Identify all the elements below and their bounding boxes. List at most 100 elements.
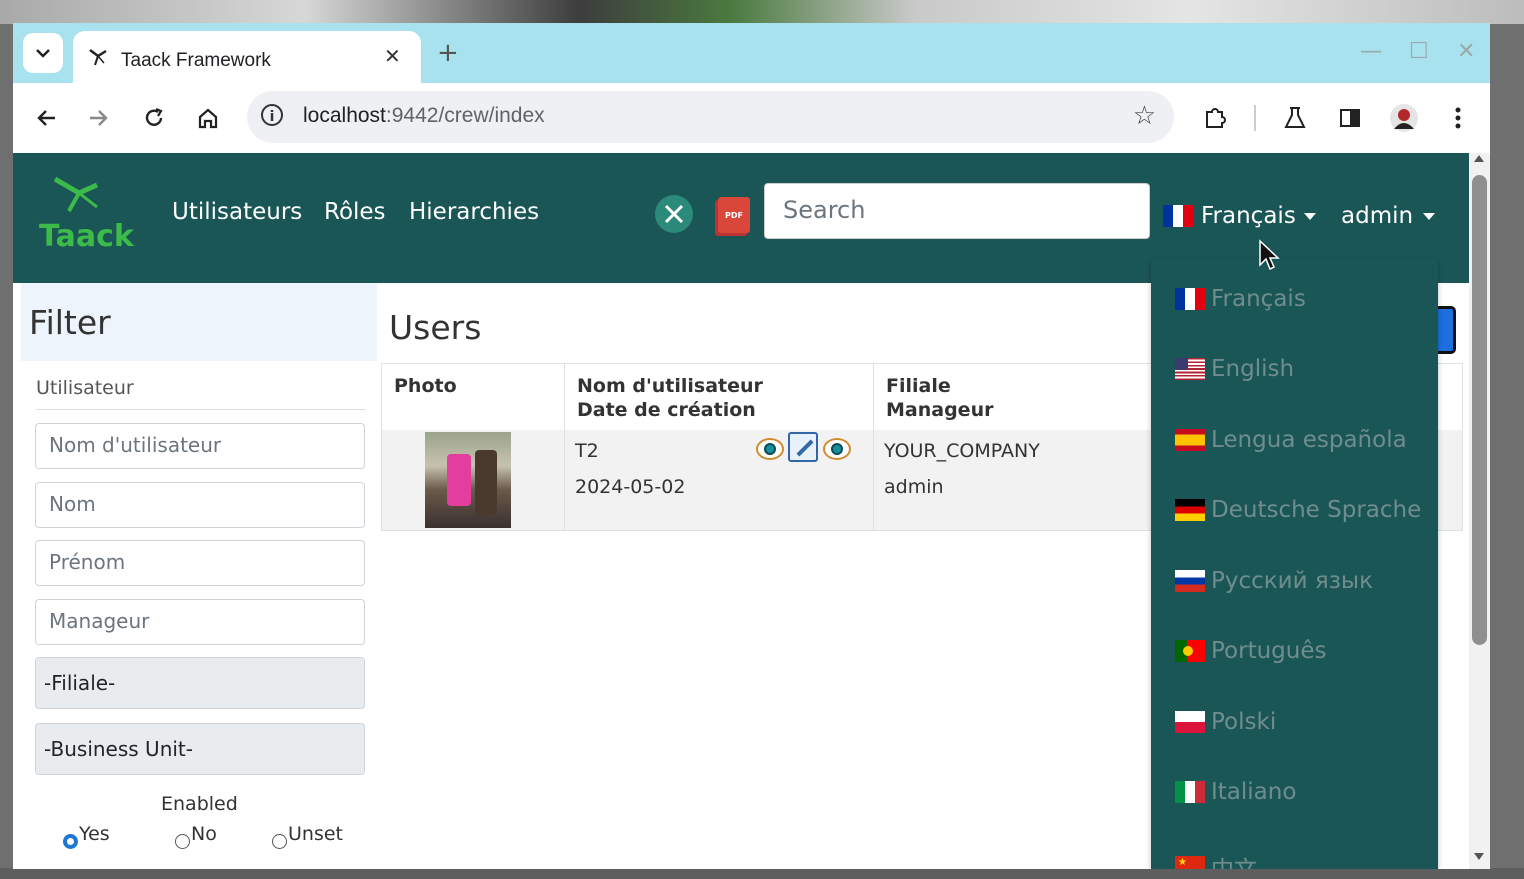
language-item-it[interactable]: Italiano xyxy=(1175,779,1296,805)
close-window-icon[interactable]: ✕ xyxy=(1457,39,1475,64)
tab-strip: Taack Framework ✕ + — ☐ ✕ xyxy=(13,23,1490,83)
language-item-ru[interactable]: Русский язык xyxy=(1175,568,1373,594)
close-tab-icon[interactable]: ✕ xyxy=(384,44,401,68)
show-eye-icon[interactable] xyxy=(756,438,784,460)
column-header-photo: Photo xyxy=(394,375,457,397)
nav-link-roles[interactable]: Rôles xyxy=(324,199,386,225)
maximize-icon[interactable]: ☐ xyxy=(1409,39,1429,64)
language-item-pl[interactable]: Polski xyxy=(1175,709,1276,735)
browser-menu-icon[interactable] xyxy=(1443,103,1473,133)
column-divider xyxy=(564,364,565,530)
edit-icon[interactable] xyxy=(788,432,818,462)
page-scrollbar[interactable] xyxy=(1469,153,1490,869)
language-item-pt[interactable]: Português xyxy=(1175,638,1326,664)
nav-link-hierarchies[interactable]: Hierarchies xyxy=(409,199,539,225)
radio-unselected-icon xyxy=(175,834,190,849)
users-title: Users xyxy=(389,308,482,347)
filter-section-label: Utilisateur xyxy=(36,377,134,399)
bookmark-star-icon[interactable]: ☆ xyxy=(1133,101,1156,131)
first-name-field[interactable]: Prénom xyxy=(35,540,365,586)
radio-unselected-icon xyxy=(272,834,287,849)
business-unit-select[interactable]: -Business Unit- xyxy=(35,723,365,775)
filter-header: Filter xyxy=(21,283,377,361)
radio-no-label: No xyxy=(191,823,217,845)
cell-manager: admin xyxy=(884,476,944,498)
last-name-field[interactable]: Nom xyxy=(35,482,365,528)
language-dropdown-menu: Français English Lengua española Deutsch… xyxy=(1151,258,1438,869)
url-path: :9442/crew/index xyxy=(385,104,545,127)
language-label: Italiano xyxy=(1211,779,1297,805)
caret-down-icon xyxy=(1303,212,1316,220)
pdf-export-icon[interactable]: PDF xyxy=(718,197,750,233)
forward-icon[interactable] xyxy=(84,103,114,133)
radio-no[interactable]: No xyxy=(175,823,217,849)
flag-fr-icon xyxy=(1175,288,1205,310)
minimize-icon[interactable]: — xyxy=(1360,39,1382,64)
chevron-down-icon xyxy=(36,49,50,58)
cell-created: 2024-05-02 xyxy=(575,476,686,498)
column-header-created: Date de création xyxy=(577,399,756,421)
tools-icon[interactable] xyxy=(655,195,693,233)
scrollbar-thumb[interactable] xyxy=(1472,175,1487,645)
search-input[interactable]: Search xyxy=(764,183,1150,239)
flag-pt-icon xyxy=(1175,640,1205,662)
language-dropdown-toggle[interactable]: Français xyxy=(1163,203,1316,229)
username-field[interactable]: Nom d'utilisateur xyxy=(35,423,365,469)
profile-avatar[interactable] xyxy=(1389,103,1419,133)
address-bar[interactable]: i localhost:9442/crew/index ☆ xyxy=(247,91,1174,143)
pdf-label: PDF xyxy=(725,210,743,220)
radio-unset[interactable]: Unset xyxy=(272,823,343,849)
column-header-filiale: Filiale xyxy=(886,375,951,397)
new-tab-icon[interactable]: + xyxy=(437,38,459,68)
puzzle-icon xyxy=(1206,108,1226,128)
tab-title: Taack Framework xyxy=(121,50,271,71)
radio-unset-label: Unset xyxy=(288,823,343,845)
url-text[interactable]: localhost:9442/crew/index xyxy=(303,104,545,128)
view-eye-icon[interactable] xyxy=(823,438,851,460)
user-photo[interactable] xyxy=(425,432,511,528)
site-info-icon[interactable]: i xyxy=(261,104,283,126)
labs-icon[interactable] xyxy=(1280,103,1310,133)
scroll-down-icon[interactable] xyxy=(1474,853,1484,860)
manager-field[interactable]: Manageur xyxy=(35,599,365,645)
language-item-zh[interactable]: 中文 xyxy=(1175,850,1257,869)
filter-divider xyxy=(36,409,366,410)
flag-cn-icon xyxy=(1175,856,1205,869)
desktop-background-bottom xyxy=(0,868,1524,879)
home-icon[interactable] xyxy=(193,103,223,133)
column-header-subsidiary: Filiale Manageur xyxy=(874,364,1174,430)
radio-selected-icon xyxy=(63,834,78,849)
column-header-username: Nom d'utilisateur xyxy=(577,375,763,397)
language-label: Français xyxy=(1211,286,1306,312)
browser-window: Taack Framework ✕ + — ☐ ✕ i localhost:94… xyxy=(13,23,1490,869)
browser-tab[interactable]: Taack Framework ✕ xyxy=(73,31,421,83)
url-host: localhost xyxy=(303,104,386,127)
tab-search-button[interactable] xyxy=(23,33,63,73)
side-panel-icon[interactable] xyxy=(1335,103,1365,133)
user-dropdown-toggle[interactable]: admin xyxy=(1341,203,1436,229)
logo-mark-icon xyxy=(53,176,99,212)
language-label: English xyxy=(1211,356,1295,382)
column-header-manageur: Manageur xyxy=(886,399,994,421)
language-item-en[interactable]: English xyxy=(1175,356,1294,382)
reload-icon[interactable] xyxy=(139,103,169,133)
desktop-background xyxy=(0,0,1524,24)
nav-link-utilisateurs[interactable]: Utilisateurs xyxy=(172,199,302,225)
language-item-es[interactable]: Lengua española xyxy=(1175,427,1407,453)
cell-subsidiary: YOUR_COMPANY xyxy=(884,440,1040,462)
flag-ru-icon xyxy=(1175,570,1205,592)
arrow-right-icon xyxy=(90,110,108,126)
column-divider xyxy=(873,364,874,530)
scroll-up-icon[interactable] xyxy=(1474,155,1484,162)
extensions-icon[interactable] xyxy=(1200,103,1230,133)
language-item-fr[interactable]: Français xyxy=(1175,286,1306,312)
radio-yes[interactable]: Yes xyxy=(63,823,110,849)
mouse-pointer-icon xyxy=(1259,239,1280,271)
back-icon[interactable] xyxy=(31,103,61,133)
language-item-de[interactable]: Deutsche Sprache xyxy=(1175,497,1421,523)
subsidiary-select[interactable]: -Filiale- xyxy=(35,657,365,709)
flag-us-icon xyxy=(1175,358,1205,380)
filter-title: Filter xyxy=(29,303,111,342)
logo-text: Taack xyxy=(39,219,134,254)
taack-logo[interactable]: Taack xyxy=(39,175,134,254)
